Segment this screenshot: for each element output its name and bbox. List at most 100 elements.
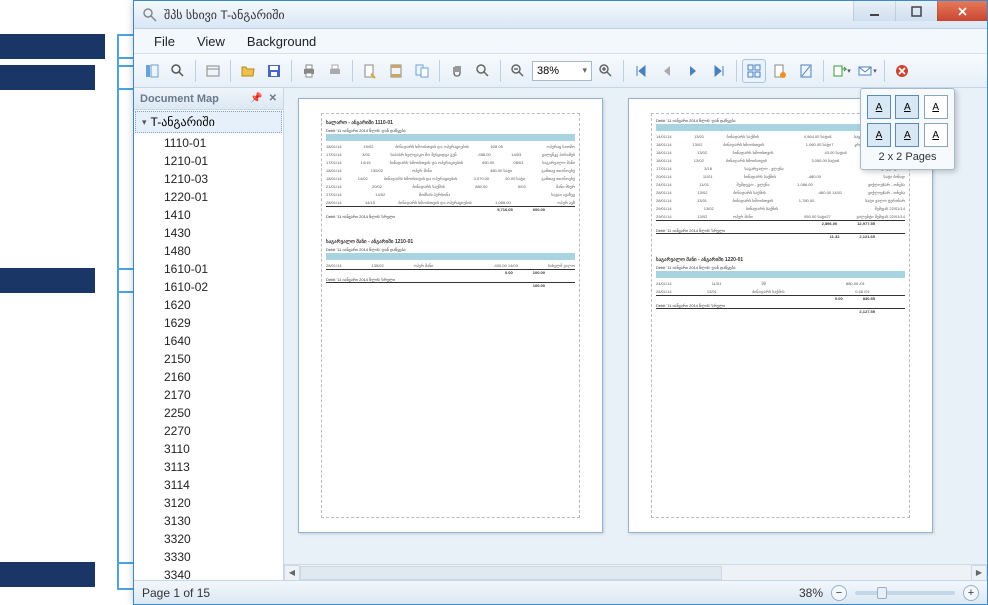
export-button[interactable]: ▾	[829, 59, 853, 83]
thumb-cell[interactable]: A	[867, 95, 891, 119]
tree-item[interactable]: 2160	[134, 368, 283, 386]
tree-item[interactable]: 1620	[134, 296, 283, 314]
toolbar: 38% ▾ ▾	[134, 54, 987, 88]
statusbar: Page 1 of 15 38% − +	[134, 580, 987, 604]
tree-item[interactable]: 2150	[134, 350, 283, 368]
multi-page-button[interactable]	[742, 59, 766, 83]
zoom-value: 38%	[537, 65, 559, 77]
section-title: საგარეალო მანი - ანგარიში 1210-01	[326, 239, 575, 245]
zoom-slider[interactable]	[855, 591, 955, 595]
zoom-in-round-button[interactable]: +	[963, 585, 979, 601]
thumb-cell[interactable]: A	[895, 95, 919, 119]
tree-item[interactable]: 3330	[134, 548, 283, 566]
color-button[interactable]	[768, 59, 792, 83]
print-button[interactable]	[297, 59, 321, 83]
thumb-popup-label: 2 x 2 Pages	[867, 151, 948, 163]
tree-item[interactable]: 2170	[134, 386, 283, 404]
tree-item[interactable]: 3120	[134, 494, 283, 512]
pin-icon[interactable]: 📌	[250, 93, 262, 104]
quick-print-button[interactable]	[323, 59, 347, 83]
maximize-button[interactable]	[895, 1, 937, 21]
close-preview-button[interactable]	[890, 59, 914, 83]
tree-item[interactable]: 1610-02	[134, 278, 283, 296]
page-thumbnail-1[interactable]: სალარო - ანგარიში 1110-01 Debit '11 იანვ…	[298, 98, 603, 533]
table-row: 28/01/1413/01ბინადარს საქმის0.48 /01	[656, 287, 905, 295]
prev-page-button[interactable]	[655, 59, 679, 83]
tree-item[interactable]: 1220-01	[134, 188, 283, 206]
page-setup-button[interactable]	[358, 59, 382, 83]
table-row: 18/01/14130/02ოპერ მანი480.00 სატიგამთავ…	[326, 166, 575, 174]
thumb-cell[interactable]: A	[924, 123, 948, 147]
open-button[interactable]	[236, 59, 260, 83]
tree-item[interactable]: 1430	[134, 224, 283, 242]
app-icon	[142, 7, 158, 23]
watermark-button[interactable]	[794, 59, 818, 83]
search-button[interactable]	[166, 59, 190, 83]
thumb-cell[interactable]: A	[924, 95, 948, 119]
table-row: 20/01/1411/01ბინადარს საქმის-480.00სატი …	[656, 172, 905, 180]
scroll-right-button[interactable]: ▶	[971, 565, 987, 581]
table-row: 24/01/1411/01შემდეგო - ვლენა1,086.00ვიქლ…	[656, 180, 905, 188]
zoom-out-button[interactable]	[506, 59, 530, 83]
menu-file[interactable]: File	[144, 31, 185, 52]
table-row: 24/01/1411/01შმ880.00 /01	[656, 279, 905, 287]
last-page-button[interactable]	[707, 59, 731, 83]
tree-item[interactable]: 1480	[134, 242, 283, 260]
document-map-header: Document Map 📌 ✕	[134, 88, 283, 110]
first-page-button[interactable]	[629, 59, 653, 83]
docmap-toggle-button[interactable]	[140, 59, 164, 83]
save-button[interactable]	[262, 59, 286, 83]
preview-area[interactable]: სალარო - ანგარიში 1110-01 Debit '11 იანვ…	[284, 88, 987, 580]
tree-item[interactable]: 1410	[134, 206, 283, 224]
header-footer-button[interactable]	[384, 59, 408, 83]
table-row: 18/01/1419/02ბინადარს ხმოისთვის და ოპერა…	[326, 142, 575, 150]
scale-button[interactable]	[410, 59, 434, 83]
scroll-thumb[interactable]	[300, 566, 722, 580]
menu-view[interactable]: View	[187, 31, 235, 52]
titlebar: შპს სხივი T-ანგარიში	[134, 1, 987, 29]
zoom-combo[interactable]: 38%	[532, 61, 592, 81]
thumb-cell[interactable]: A	[867, 123, 891, 147]
zoom-in-button[interactable]	[594, 59, 618, 83]
tree-item[interactable]: 3113	[134, 458, 283, 476]
tree-item[interactable]: 1110-01	[134, 134, 283, 152]
section-title: სალარო - ანგარიში 1110-01	[326, 120, 575, 126]
close-button[interactable]	[937, 1, 987, 21]
tree-item[interactable]: 3340	[134, 566, 283, 580]
tree-item[interactable]: 3320	[134, 530, 283, 548]
table-row: 29/01/1413/02ბინადარს საქმისშემფას 22/01…	[656, 204, 905, 212]
multi-page-popup[interactable]: A A A A A A 2 x 2 Pages	[860, 88, 955, 170]
tree-item[interactable]: 3130	[134, 512, 283, 530]
email-button[interactable]: ▾	[855, 59, 879, 83]
tree-item[interactable]: 1210-03	[134, 170, 283, 188]
table-row: 29/01/1413/02ოპერ მანი950.00 სატი27ვალენ…	[656, 212, 905, 220]
preview-hscrollbar[interactable]: ◀ ▶	[284, 564, 987, 580]
document-map-panel: Document Map 📌 ✕ T-ანგარიში 1110-011210-…	[134, 88, 284, 580]
zoom-out-round-button[interactable]: −	[831, 585, 847, 601]
table-row: 18/01/1414/02ბინადარს ხმოისთვის და ოპერა…	[326, 174, 575, 182]
close-panel-icon[interactable]: ✕	[269, 93, 277, 104]
tree-item[interactable]: 1640	[134, 332, 283, 350]
magnifier-button[interactable]	[471, 59, 495, 83]
table-row: 17/01/143/02საპასრ ხელფაკო მო შესყიდვა გ…	[326, 150, 575, 158]
thumb-cell[interactable]: A	[895, 123, 919, 147]
next-page-button[interactable]	[681, 59, 705, 83]
tree-item[interactable]: 2270	[134, 422, 283, 440]
menu-background[interactable]: Background	[237, 31, 326, 52]
tree-root[interactable]: T-ანგარიში	[135, 111, 282, 133]
scroll-left-button[interactable]: ◀	[284, 565, 300, 581]
customize-button[interactable]	[201, 59, 225, 83]
section-title: საგარეალო მანი - ანგარიში 1220-01	[656, 257, 905, 263]
tree-item[interactable]: 1629	[134, 314, 283, 332]
tree-item[interactable]: 3114	[134, 476, 283, 494]
tree-item[interactable]: 2250	[134, 404, 283, 422]
zoom-slider-thumb[interactable]	[877, 587, 887, 599]
tree-item[interactable]: 3110	[134, 440, 283, 458]
menubar: File View Background	[134, 29, 987, 54]
hand-tool-button[interactable]	[445, 59, 469, 83]
minimize-button[interactable]	[853, 1, 895, 21]
document-map-tree[interactable]: T-ანგარიში 1110-011210-011210-031220-011…	[134, 110, 283, 580]
tree-item[interactable]: 1210-01	[134, 152, 283, 170]
table-row: 28/01/1413/01ბინადარს ხმოისთვის1,780.00ს…	[656, 196, 905, 204]
tree-item[interactable]: 1610-01	[134, 260, 283, 278]
